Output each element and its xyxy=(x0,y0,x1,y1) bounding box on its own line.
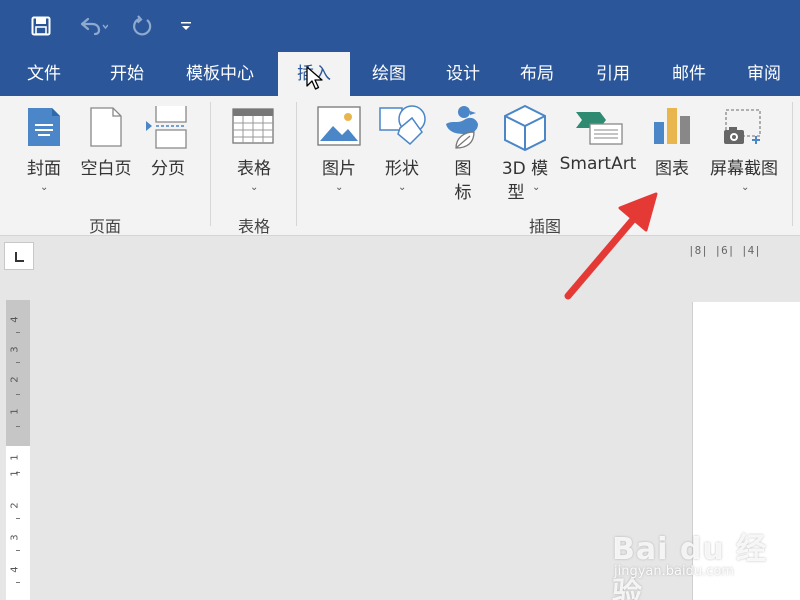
ribbon-insert: 封面 ⌄ 空白页 分页 页面 表格 ⌄ 表格 图片 ⌄ 形状 ⌄ 图 标 3D … xyxy=(0,96,800,236)
page-break-icon xyxy=(146,106,187,149)
vertical-ruler[interactable]: 4 3 2 1 1 1 2 3 4 xyxy=(6,300,30,600)
shapes-label: 形状 xyxy=(385,159,419,179)
ruler-number: 2 xyxy=(9,502,21,509)
bar-chart-icon xyxy=(654,108,690,144)
chevron-down-icon: ⌄ xyxy=(532,182,541,193)
watermark-url: jingyan.baidu.com xyxy=(614,564,734,579)
illustrations-group-label: 插图 xyxy=(528,217,561,236)
screenshot-icon xyxy=(724,109,761,144)
redo-icon xyxy=(133,15,152,36)
ruler-text-area xyxy=(6,446,30,600)
tab-stop-selector[interactable] xyxy=(4,242,34,270)
icons-button[interactable]: 图 标 xyxy=(440,96,486,206)
ruler-tick xyxy=(16,394,20,395)
ruler-tick xyxy=(16,332,20,333)
tab-review[interactable]: 审阅 xyxy=(728,52,800,96)
page-break-button[interactable]: 分页 xyxy=(142,96,194,206)
pages-group-label: 页面 xyxy=(88,217,121,236)
table-label: 表格 xyxy=(237,159,271,179)
chevron-down-icon: ⌄ xyxy=(250,182,259,193)
ruler-number: 2 xyxy=(9,376,21,383)
chart-label: 图表 xyxy=(655,159,689,179)
tab-file[interactable]: 文件 xyxy=(8,52,80,96)
ruler-tick xyxy=(16,550,20,551)
icons-label-line1: 图 xyxy=(454,159,472,179)
ribbon-tab-bar: 文件 开始 模板中心 插入 绘图 设计 布局 引用 邮件 审阅 xyxy=(0,52,800,96)
ruler-tick xyxy=(16,426,20,427)
watermark: Bai du 经验 jingyan.baidu.com xyxy=(612,520,798,600)
cube-icon xyxy=(504,104,546,152)
chevron-down-icon: ⌄ xyxy=(40,182,49,193)
cover-page-label: 封面 xyxy=(27,159,61,179)
icons-label-line2: 标 xyxy=(454,183,472,203)
shapes-button[interactable]: 形状 ⌄ xyxy=(374,96,430,206)
pictures-button[interactable]: 图片 ⌄ xyxy=(310,96,368,206)
tab-design[interactable]: 设计 xyxy=(428,52,498,96)
3d-models-label-line1: 3D 模 xyxy=(501,159,549,179)
tab-references[interactable]: 引用 xyxy=(576,52,650,96)
blank-page-button[interactable]: 空白页 xyxy=(76,96,136,206)
ruler-number: 3 xyxy=(9,534,21,541)
chevron-down-icon: ⌄ xyxy=(335,182,344,193)
undo-icon xyxy=(80,17,108,36)
icons-icon xyxy=(446,106,478,149)
left-tab-stop-icon xyxy=(15,252,24,262)
ruler-number: 4 xyxy=(9,316,21,323)
screenshot-label: 屏幕截图 xyxy=(710,159,778,179)
mouse-cursor-icon xyxy=(306,66,323,90)
tab-template-center[interactable]: 模板中心 xyxy=(172,52,268,96)
ruler-number: 1 xyxy=(9,454,21,461)
ruler-number: 4 xyxy=(9,566,21,573)
blank-page-label: 空白页 xyxy=(80,159,132,179)
ruler-number: 1 xyxy=(9,408,21,415)
shapes-icon xyxy=(379,105,426,146)
chart-button[interactable]: 图表 xyxy=(642,96,702,206)
picture-icon xyxy=(317,106,361,146)
pictures-label: 图片 xyxy=(322,159,356,179)
table-button[interactable]: 表格 ⌄ xyxy=(224,96,284,206)
undo-button[interactable] xyxy=(72,0,114,52)
horizontal-ruler[interactable]: |8| |6| |4| xyxy=(688,244,800,264)
tables-group-label: 表格 xyxy=(237,217,270,236)
group-divider xyxy=(296,102,297,226)
ruler-tick xyxy=(16,582,20,583)
cover-page-icon xyxy=(28,108,60,146)
ruler-tick xyxy=(16,518,20,519)
smartart-button[interactable]: SmartArt xyxy=(558,96,638,206)
tab-mailings[interactable]: 邮件 xyxy=(652,52,726,96)
watermark-brand: Bai du 经验 xyxy=(612,532,768,600)
chevron-down-icon: ⌄ xyxy=(398,182,407,193)
save-button[interactable] xyxy=(24,0,58,52)
blank-page-icon xyxy=(90,107,122,147)
title-bar xyxy=(0,0,800,52)
tab-layout[interactable]: 布局 xyxy=(502,52,572,96)
customize-qat-button[interactable] xyxy=(174,0,198,52)
chevron-down-icon: ⌄ xyxy=(741,182,750,193)
smartart-label: SmartArt xyxy=(559,154,637,174)
table-icon xyxy=(232,108,274,144)
tab-draw[interactable]: 绘图 xyxy=(354,52,424,96)
cover-page-button[interactable]: 封面 ⌄ xyxy=(18,96,70,206)
page-break-label: 分页 xyxy=(151,159,185,179)
3d-models-button[interactable]: 3D 模 型 ⌄ xyxy=(494,96,556,206)
3d-models-label-line2: 型 xyxy=(507,183,525,203)
ruler-number: 1 xyxy=(9,470,21,477)
redo-button[interactable] xyxy=(128,0,156,52)
group-divider xyxy=(210,102,211,226)
group-divider xyxy=(792,102,793,226)
screenshot-button[interactable]: 屏幕截图 ⌄ xyxy=(704,96,784,206)
save-icon xyxy=(31,16,51,36)
customize-qat-icon xyxy=(181,22,191,30)
ruler-tick xyxy=(16,362,20,363)
ruler-number: 3 xyxy=(9,346,21,353)
smartart-icon xyxy=(576,112,623,145)
tab-home[interactable]: 开始 xyxy=(92,52,162,96)
